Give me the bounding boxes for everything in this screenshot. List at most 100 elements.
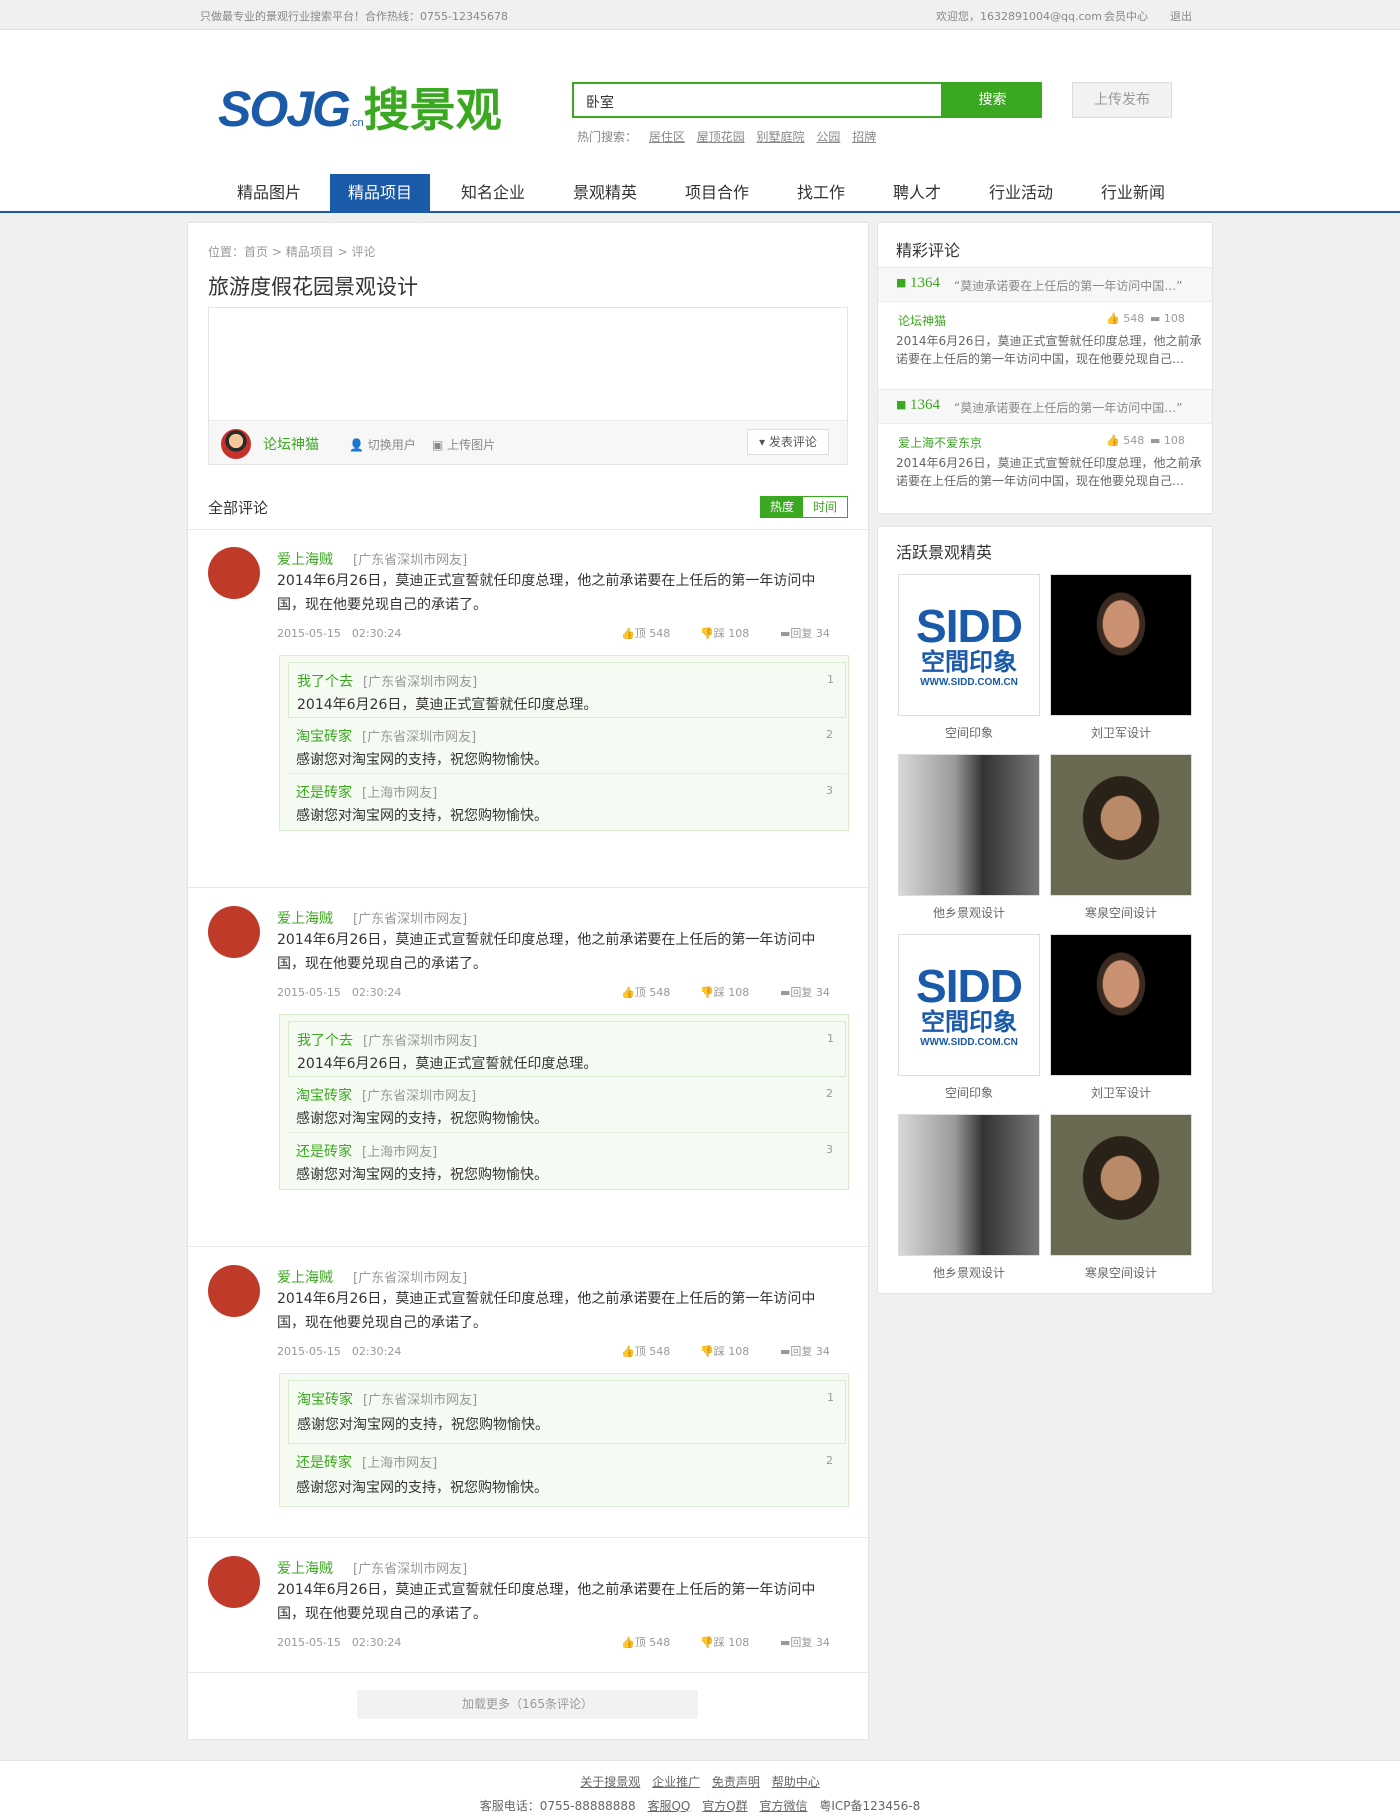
editor-username: 论坛神猫 bbox=[263, 437, 319, 453]
member-center-link[interactable]: 会员中心 bbox=[1104, 8, 1148, 24]
upvote-label: 顶 bbox=[634, 986, 646, 999]
footer-link-promo[interactable]: 企业推广 bbox=[652, 1775, 700, 1789]
breadcrumb-projects[interactable]: 精品项目 bbox=[286, 245, 334, 259]
comment-textarea[interactable] bbox=[209, 308, 847, 420]
nav-item[interactable]: 聘人才 bbox=[872, 174, 962, 212]
logo[interactable]: SOJG.cn搜景观 bbox=[218, 74, 502, 140]
reply-author[interactable]: 还是砖家 bbox=[296, 1452, 352, 1472]
elite-photo[interactable] bbox=[1050, 934, 1192, 1076]
nav-item-active[interactable]: 精品项目 bbox=[330, 174, 430, 212]
comment-text-line: 2014年6月26日，莫迪正式宣誓就任印度总理，他之前承诺要在上任后的第一年访问… bbox=[277, 932, 816, 948]
hot-comment-user[interactable]: 爱上海不爱东京 bbox=[898, 434, 982, 451]
footer-link-help[interactable]: 帮助中心 bbox=[772, 1775, 820, 1789]
thumbs-down-icon: 👎 bbox=[700, 627, 714, 640]
load-more-button[interactable]: 加载更多（165条评论） bbox=[357, 1690, 698, 1719]
downvote-button[interactable]: 👎踩 108 bbox=[700, 984, 749, 1000]
thumbs-down-icon: 👎 bbox=[700, 986, 714, 999]
elite-name[interactable]: 他乡景观设计 bbox=[898, 904, 1040, 921]
hot-comment-quote[interactable]: “莫迪承诺要在上任后的第一年访问中国…” bbox=[954, 277, 1182, 294]
comment-count[interactable]: ▬ 108 bbox=[1150, 434, 1185, 447]
sort-time-tab[interactable]: 时间 bbox=[803, 497, 847, 517]
nav-item[interactable]: 行业活动 bbox=[976, 174, 1066, 212]
sort-hot-tab[interactable]: 热度 bbox=[761, 497, 803, 517]
upvote-button[interactable]: 👍 548 bbox=[1106, 434, 1144, 447]
hot-keyword[interactable]: 屋顶花园 bbox=[697, 130, 745, 144]
comment-author[interactable]: 爱上海贼 bbox=[277, 1558, 333, 1578]
comment-text-line: 2014年6月26日，莫迪正式宣誓就任印度总理，他之前承诺要在上任后的第一年访问… bbox=[277, 1291, 816, 1307]
footer-link-disclaimer[interactable]: 免责声明 bbox=[712, 1775, 760, 1789]
active-elites-panel: 活跃景观精英 SIDD 空間印象 WWW.SIDD.COM.CN 空间印象 刘卫… bbox=[877, 526, 1213, 1294]
footer-link-qq[interactable]: 客服QQ bbox=[647, 1799, 690, 1813]
comment-text: 2014年6月26日，莫迪正式宣誓就任印度总理，他之前承诺要在上任后的第一年访问… bbox=[277, 1287, 815, 1335]
reply-button[interactable]: ▬回复 34 bbox=[780, 625, 830, 641]
hot-comment-item: ■ 1364 “莫迪承诺要在上任后的第一年访问中国…” 爱上海不爱东京 👍 54… bbox=[878, 390, 1212, 511]
nav-item[interactable]: 知名企业 bbox=[448, 174, 538, 212]
elite-photo[interactable] bbox=[898, 754, 1040, 896]
reply-author[interactable]: 我了个去 bbox=[297, 1030, 353, 1050]
elite-photo[interactable] bbox=[898, 1114, 1040, 1256]
upvote-button[interactable]: 👍顶 548 bbox=[621, 984, 670, 1000]
elite-name[interactable]: 寒泉空间设计 bbox=[1050, 904, 1192, 921]
elite-photo[interactable] bbox=[1050, 1114, 1192, 1256]
downvote-button[interactable]: 👎踩 108 bbox=[700, 1343, 749, 1359]
nav-item[interactable]: 找工作 bbox=[776, 174, 866, 212]
footer-link-about[interactable]: 关于搜景观 bbox=[580, 1775, 640, 1789]
comment-author[interactable]: 爱上海贼 bbox=[277, 1267, 333, 1287]
elite-photo[interactable] bbox=[1050, 574, 1192, 716]
search-input[interactable]: 卧室 bbox=[572, 82, 943, 118]
upvote-button[interactable]: 👍 548 bbox=[1106, 312, 1144, 325]
reply-text: 感谢您对淘宝网的支持，祝您购物愉快。 bbox=[296, 1167, 548, 1183]
reply-button[interactable]: ▬回复 34 bbox=[780, 1343, 830, 1359]
elite-name[interactable]: 空间印象 bbox=[898, 724, 1040, 741]
nav-item[interactable]: 景观精英 bbox=[560, 174, 650, 212]
elite-photo[interactable] bbox=[1050, 754, 1192, 896]
breadcrumb-current: 评论 bbox=[351, 245, 376, 259]
elite-name[interactable]: 寒泉空间设计 bbox=[1050, 1264, 1192, 1281]
reply-author[interactable]: 淘宝砖家 bbox=[296, 726, 352, 746]
upvote-button[interactable]: 👍顶 548 bbox=[621, 1634, 670, 1650]
elite-name[interactable]: 刘卫军设计 bbox=[1050, 724, 1192, 741]
hot-comment-user[interactable]: 论坛神猫 bbox=[898, 312, 946, 329]
thumbs-up-icon: 👍 bbox=[621, 1636, 635, 1649]
hot-comment-quote[interactable]: “莫迪承诺要在上任后的第一年访问中国…” bbox=[954, 399, 1182, 416]
elite-thumb[interactable]: SIDD 空間印象 WWW.SIDD.COM.CN bbox=[898, 574, 1040, 716]
nav-item[interactable]: 行业新闻 bbox=[1088, 174, 1178, 212]
upvote-button[interactable]: 👍顶 548 bbox=[621, 1343, 670, 1359]
downvote-button[interactable]: 👎踩 108 bbox=[700, 1634, 749, 1650]
elite-name[interactable]: 刘卫军设计 bbox=[1050, 1084, 1192, 1101]
reply-button[interactable]: ▬回复 34 bbox=[780, 1634, 830, 1650]
footer-link-qgroup[interactable]: 官方Q群 bbox=[702, 1799, 747, 1813]
nav-item[interactable]: 项目合作 bbox=[672, 174, 762, 212]
elite-name[interactable]: 空间印象 bbox=[898, 1084, 1040, 1101]
upvote-button[interactable]: 👍顶 548 bbox=[621, 625, 670, 641]
comment-author[interactable]: 爱上海贼 bbox=[277, 549, 333, 569]
reply-button[interactable]: ▬回复 34 bbox=[780, 984, 830, 1000]
elite-name[interactable]: 他乡景观设计 bbox=[898, 1264, 1040, 1281]
reply-author[interactable]: 还是砖家 bbox=[296, 1141, 352, 1161]
reply-author[interactable]: 淘宝砖家 bbox=[297, 1389, 353, 1409]
hot-keyword[interactable]: 别墅庭院 bbox=[757, 130, 805, 144]
reply-item: 淘宝砖家 [广东省深圳市网友] 2 感谢您对淘宝网的支持，祝您购物愉快。 bbox=[288, 1077, 846, 1133]
logout-link[interactable]: 退出 bbox=[1170, 8, 1192, 24]
hot-keyword[interactable]: 招牌 bbox=[852, 130, 876, 144]
elite-thumb[interactable]: SIDD 空間印象 WWW.SIDD.COM.CN bbox=[898, 934, 1040, 1076]
comment-item: 爱上海贼 [广东省深圳市网友] 2014年6月26日，莫迪正式宣誓就任印度总理，… bbox=[188, 888, 868, 1246]
downvote-button[interactable]: 👎踩 108 bbox=[700, 625, 749, 641]
hot-keyword[interactable]: 居住区 bbox=[649, 130, 685, 144]
nav-item[interactable]: 精品图片 bbox=[224, 174, 314, 212]
header: SOJG.cn搜景观 卧室 搜索 上传发布 热门搜索： 居住区 屋顶花园 别墅庭… bbox=[0, 30, 1400, 213]
upload-image-button[interactable]: ▣ 上传图片 bbox=[432, 436, 495, 453]
comment-author[interactable]: 爱上海贼 bbox=[277, 908, 333, 928]
upload-publish-button[interactable]: 上传发布 bbox=[1072, 82, 1172, 118]
reply-author[interactable]: 还是砖家 bbox=[296, 782, 352, 802]
comment-count[interactable]: ▬ 108 bbox=[1150, 312, 1185, 325]
post-comment-button[interactable]: ▾ 发表评论 bbox=[747, 429, 829, 455]
hot-keyword[interactable]: 公园 bbox=[816, 130, 840, 144]
reply-author[interactable]: 我了个去 bbox=[297, 671, 353, 691]
switch-user-button[interactable]: 👤 切换用户 bbox=[349, 436, 416, 453]
reply-item: 还是砖家 [上海市网友] 2 感谢您对淘宝网的支持，祝您购物愉快。 bbox=[288, 1444, 846, 1506]
footer-link-wechat[interactable]: 官方微信 bbox=[760, 1799, 808, 1813]
search-button[interactable]: 搜索 bbox=[943, 82, 1042, 118]
reply-author[interactable]: 淘宝砖家 bbox=[296, 1085, 352, 1105]
breadcrumb-home[interactable]: 首页 bbox=[244, 245, 268, 259]
